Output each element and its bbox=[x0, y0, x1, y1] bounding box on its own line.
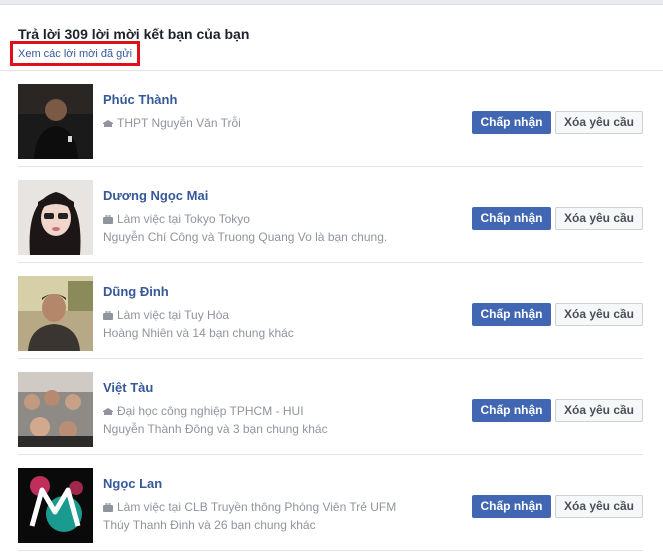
delete-request-button[interactable]: Xóa yêu cầu bbox=[555, 399, 643, 422]
mutual-friends-text[interactable]: Nguyễn Chí Công và Truong Quang Vo là bạ… bbox=[103, 230, 387, 244]
requester-info: Đại học công nghiệp TPHCM - HUI bbox=[103, 404, 304, 418]
view-sent-requests-link[interactable]: Xem các lời mời đã gửi bbox=[18, 48, 132, 60]
friend-request-row: Phúc Thành THPT Nguyễn Văn Trỗi Chấp nhậ… bbox=[0, 71, 663, 167]
requester-name[interactable]: Phúc Thành bbox=[103, 92, 177, 107]
accept-button[interactable]: Chấp nhận bbox=[472, 399, 551, 422]
requester-name[interactable]: Ngọc Lan bbox=[103, 476, 162, 491]
avatar[interactable] bbox=[18, 372, 93, 447]
mutual-friends-text[interactable]: Thúy Thanh Đinh và 26 bạn chung khác bbox=[103, 518, 316, 532]
school-icon bbox=[103, 120, 113, 127]
briefcase-icon bbox=[103, 503, 113, 512]
requester-name[interactable]: Dương Ngọc Mai bbox=[103, 188, 208, 203]
friend-request-row: Dương Ngọc Mai Làm việc tại Tokyo Tokyo … bbox=[0, 167, 663, 263]
briefcase-icon bbox=[103, 311, 113, 320]
row-divider bbox=[18, 550, 643, 551]
delete-request-button[interactable]: Xóa yêu cầu bbox=[555, 207, 643, 230]
requester-info-text: Đại học công nghiệp TPHCM - HUI bbox=[117, 404, 304, 418]
friend-requests-header: Trả lời 309 lời mời kết bạn của bạn Xem … bbox=[0, 5, 663, 71]
requester-info-text: Làm việc tại Tokyo Tokyo bbox=[117, 212, 250, 226]
requester-info-text: THPT Nguyễn Văn Trỗi bbox=[117, 116, 241, 130]
delete-request-button[interactable]: Xóa yêu cầu bbox=[555, 303, 643, 326]
requester-info: THPT Nguyễn Văn Trỗi bbox=[103, 116, 241, 130]
requester-name[interactable]: Việt Tàu bbox=[103, 380, 153, 395]
mutual-friends-text[interactable]: Hoàng Nhiên và 14 bạn chung khác bbox=[103, 326, 294, 340]
page-title: Trả lời 309 lời mời kết bạn của bạn bbox=[18, 26, 250, 42]
delete-request-button[interactable]: Xóa yêu cầu bbox=[555, 111, 643, 134]
delete-request-button[interactable]: Xóa yêu cầu bbox=[555, 495, 643, 518]
accept-button[interactable]: Chấp nhận bbox=[472, 303, 551, 326]
requester-info: Làm việc tại Tuy Hòa bbox=[103, 308, 229, 322]
friend-request-row: Dũng Đinh Làm việc tại Tuy Hòa Hoàng Nhi… bbox=[0, 263, 663, 359]
briefcase-icon bbox=[103, 215, 113, 224]
avatar[interactable] bbox=[18, 84, 93, 159]
accept-button[interactable]: Chấp nhận bbox=[472, 495, 551, 518]
avatar[interactable] bbox=[18, 468, 93, 543]
friend-request-row: Ngọc Lan Làm việc tại CLB Truyền thông P… bbox=[0, 455, 663, 551]
friend-requests-panel: Trả lời 309 lời mời kết bạn của bạn Xem … bbox=[0, 4, 663, 556]
requester-info: Làm việc tại Tokyo Tokyo bbox=[103, 212, 250, 226]
accept-button[interactable]: Chấp nhận bbox=[472, 111, 551, 134]
mutual-friends-text[interactable]: Nguyễn Thành Đông và 3 bạn chung khác bbox=[103, 422, 328, 436]
avatar[interactable] bbox=[18, 276, 93, 351]
requester-info-text: Làm việc tại CLB Truyền thông Phóng Viên… bbox=[117, 500, 397, 514]
accept-button[interactable]: Chấp nhận bbox=[472, 207, 551, 230]
friend-request-row: Việt Tàu Đại học công nghiệp TPHCM - HUI… bbox=[0, 359, 663, 455]
school-icon bbox=[103, 408, 113, 415]
avatar[interactable] bbox=[18, 180, 93, 255]
requester-info: Làm việc tại CLB Truyền thông Phóng Viên… bbox=[103, 500, 396, 514]
requester-info-text: Làm việc tại Tuy Hòa bbox=[117, 308, 230, 322]
requester-name[interactable]: Dũng Đinh bbox=[103, 284, 169, 299]
